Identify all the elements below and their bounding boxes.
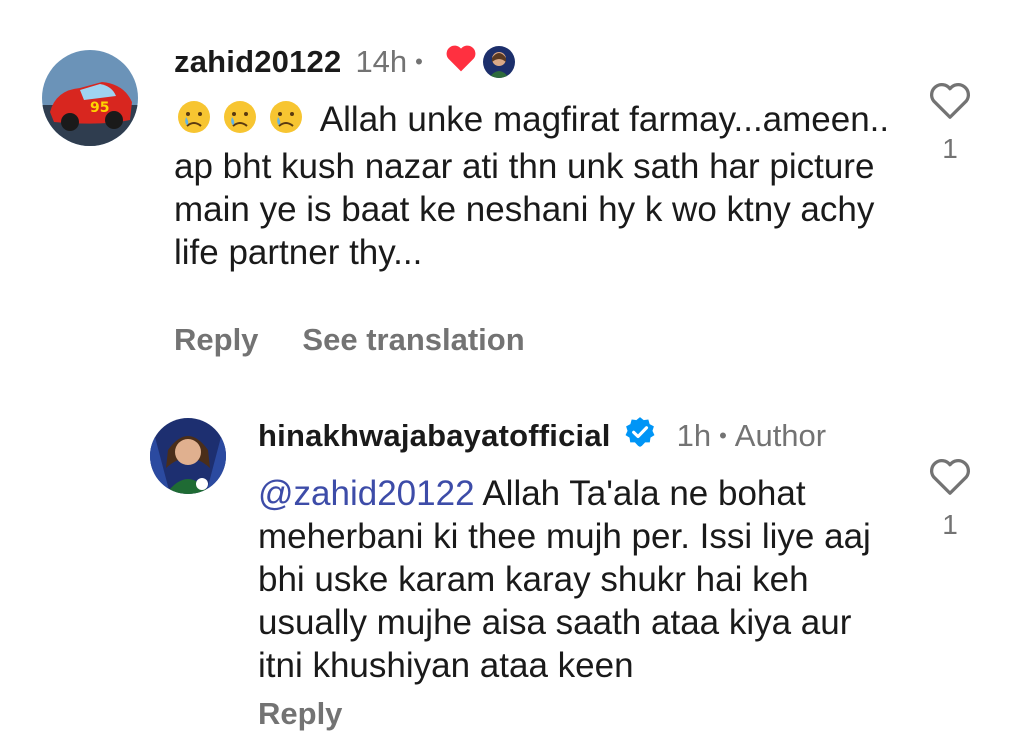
- comment-header: zahid20122 14h •: [174, 44, 515, 80]
- crying-face-icon: [220, 99, 262, 145]
- separator-dot: •: [415, 49, 423, 74]
- verified-badge-icon: [623, 415, 657, 457]
- author-badge: Author: [734, 418, 827, 453]
- separator-dot: •: [719, 423, 727, 448]
- mention-link[interactable]: @zahid20122: [258, 474, 475, 513]
- liked-by-author-heart-icon: [445, 43, 477, 81]
- reply-button[interactable]: Reply: [258, 696, 342, 732]
- comment-text: Allah unke magfirat farmay...ameen.. ap …: [174, 98, 894, 274]
- comment-header: hinakhwajabayatofficial 1h • Author: [258, 415, 827, 457]
- crying-face-icon: [266, 99, 308, 145]
- username[interactable]: hinakhwajabayatofficial: [258, 418, 611, 454]
- author-avatar-mini: [482, 46, 515, 78]
- timestamp: 14h: [355, 44, 408, 79]
- comment-text: @zahid20122 Allah Ta'ala ne bohat meherb…: [258, 472, 888, 687]
- heart-outline-icon[interactable]: [928, 80, 972, 125]
- avatar[interactable]: [150, 418, 226, 494]
- crying-face-icon: [174, 99, 216, 145]
- timestamp: 1h: [676, 418, 712, 453]
- like-column: 1: [920, 80, 980, 165]
- like-column: 1: [920, 456, 980, 541]
- comment-actions: Reply: [258, 696, 342, 732]
- reply-button[interactable]: Reply: [174, 322, 258, 358]
- like-count: 1: [942, 133, 958, 164]
- comment-actions: Reply See translation: [174, 322, 525, 358]
- username[interactable]: zahid20122: [174, 44, 341, 80]
- heart-outline-icon[interactable]: [928, 456, 972, 501]
- like-count: 1: [942, 509, 958, 540]
- avatar[interactable]: 95: [42, 50, 138, 146]
- svg-text:95: 95: [90, 100, 109, 116]
- see-translation-button[interactable]: See translation: [302, 322, 524, 358]
